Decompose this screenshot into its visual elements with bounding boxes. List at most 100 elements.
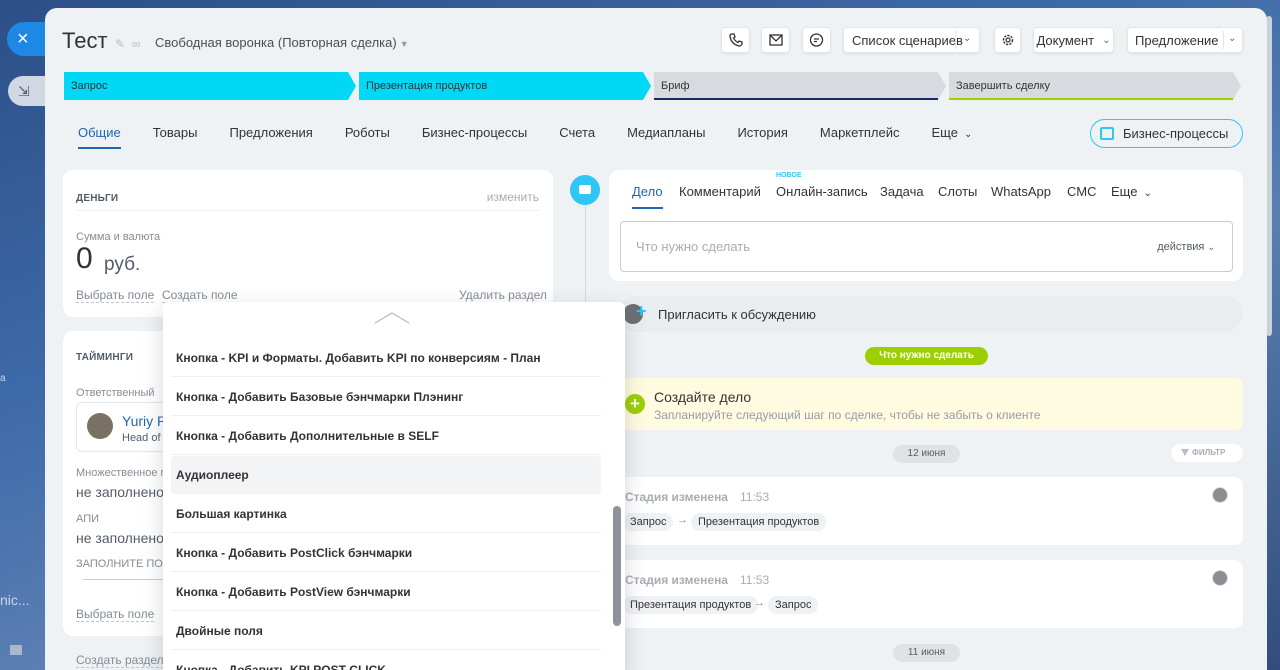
tab-more-activities[interactable]: Еще ⌄ (1111, 184, 1152, 199)
stage-label: Презентация продуктов (366, 80, 488, 92)
divider (955, 31, 956, 49)
section-title: ДЕНЬГИ (76, 193, 119, 204)
dropdown-item[interactable]: Большая картинка (171, 495, 601, 533)
tab-products[interactable]: Товары (153, 123, 198, 149)
dropdown-item[interactable]: Аудиоплеер (171, 456, 601, 494)
edit-section-link[interactable]: изменить (487, 190, 539, 204)
proposal-button[interactable]: Предложение ⌄ (1127, 27, 1243, 53)
tab-task[interactable]: Задача (880, 184, 924, 199)
timeline-event: Стадия изменена 11:53 Презентация продукт… (619, 560, 1243, 628)
chevron-down-icon: ▼ (399, 39, 409, 49)
filter-button[interactable]: ФИЛЬТР (1171, 444, 1243, 462)
event-time: 11:53 (739, 490, 770, 504)
delete-section-link[interactable]: Удалить раздел (459, 288, 547, 303)
proposal-label: Предложение (1135, 32, 1219, 48)
tab-robots[interactable]: Роботы (345, 123, 390, 149)
business-processes-label: Бизнес-процессы (1123, 126, 1229, 141)
select-field-link[interactable]: Выбрать поле (76, 607, 155, 622)
tab-proposals[interactable]: Предложения (229, 123, 312, 149)
invite-to-discussion[interactable]: + Пригласить к обсуждению (619, 296, 1243, 332)
date-pill: 12 июня (893, 445, 960, 463)
printer-icon[interactable] (10, 645, 22, 655)
stage-presentation[interactable]: Презентация продуктов (359, 72, 651, 100)
create-activity-card[interactable]: + Создайте дело Запланируйте следующий ш… (619, 378, 1243, 430)
edit-title-icon[interactable]: ✎ (115, 37, 125, 51)
tab-general[interactable]: Общие (78, 123, 121, 149)
background-panel: × ⇲ a nic... (0, 0, 51, 670)
dropdown-item[interactable]: Кнопка - KPI и Форматы. Добавить KPI по … (171, 339, 601, 377)
funnel-selector[interactable]: Свободная воронка (Повторная сделка) ▼ (155, 35, 409, 50)
dropdown-item[interactable]: Кнопка - Добавить PostView бэнчмарки (171, 573, 601, 611)
filter-label: ФИЛЬТР (1192, 448, 1226, 457)
event-title-text: Стадия изменена (625, 490, 728, 504)
deal-header: Тест ✎ ∞ Свободная воронка (Повторная сд… (45, 8, 1267, 68)
tab-marketplace[interactable]: Маркетплейс (820, 123, 900, 149)
funnel-label: Свободная воронка (Повторная сделка) (155, 35, 397, 50)
deal-slider: Тест ✎ ∞ Свободная воронка (Повторная сд… (45, 8, 1267, 670)
tab-slots[interactable]: Слоты (938, 184, 977, 199)
minimize-slider-button[interactable]: ⇲ (8, 76, 46, 106)
document-button[interactable]: Документ ⌄ (1033, 27, 1114, 53)
field-label: Ответственный (76, 387, 155, 399)
stage-color-line (949, 98, 1233, 100)
chat-button[interactable] (802, 27, 831, 53)
chevron-down-icon: ⌄ (1207, 242, 1215, 252)
chevron-down-icon[interactable]: ⌄ (963, 33, 971, 44)
settings-button[interactable] (994, 27, 1021, 53)
field-label: АПИ (76, 513, 100, 525)
stage-chip: Презентация продуктов (691, 513, 827, 531)
dropdown-item[interactable]: Кнопка - Добавить KPI POST-CLICK (171, 651, 601, 670)
chevron-down-icon[interactable]: ⌄ (1228, 33, 1236, 44)
page-title: Тест (62, 28, 108, 53)
tab-online-booking[interactable]: Онлайн-запись (776, 184, 868, 199)
todo-input[interactable]: Что нужно сделать действия ⌄ (620, 221, 1233, 272)
stage-brief[interactable]: Бриф (654, 72, 946, 100)
responsible-user-card[interactable]: Yuriy Pa Head of (76, 402, 176, 452)
tab-deal[interactable]: Дело (632, 184, 663, 209)
dropdown-item[interactable]: Кнопка - Добавить PostClick бэнчмарки (171, 534, 601, 572)
invite-label: Пригласить к обсуждению (658, 307, 816, 322)
avatar (1212, 487, 1228, 503)
chevron-up-icon[interactable] (374, 312, 410, 324)
business-processes-button[interactable]: Бизнес-процессы (1090, 119, 1243, 148)
tab-invoices[interactable]: Счета (559, 123, 595, 149)
divider (76, 210, 540, 211)
dropdown-item[interactable]: Двойные поля (171, 612, 601, 650)
tab-more[interactable]: Еще ⌄ (932, 123, 973, 149)
dropdown-item[interactable]: Кнопка - Добавить Базовые бэнчмарки Плэн… (171, 378, 601, 416)
add-icon[interactable]: + (625, 394, 645, 414)
dropdown-scrollbar[interactable] (613, 506, 621, 626)
field-value: не заполнено (76, 484, 164, 500)
background-text-fragment: a (0, 373, 6, 384)
avatar (1212, 570, 1228, 586)
comment-icon (570, 175, 600, 205)
event-title: Стадия изменена 11:53 (625, 490, 769, 504)
tab-more-label: Еще (1111, 184, 1138, 199)
call-button[interactable] (721, 27, 750, 53)
actions-dropdown[interactable]: действия ⌄ (1157, 241, 1215, 253)
tab-mediaplans[interactable]: Медиапланы (627, 123, 705, 149)
filter-icon (1181, 449, 1189, 456)
stage-finish-deal[interactable]: Завершить сделку (949, 72, 1241, 100)
tab-history[interactable]: История (737, 123, 787, 149)
timeline-event: Стадия изменена 11:53 Запрос → Презентаци… (619, 477, 1243, 545)
select-field-link[interactable]: Выбрать поле (76, 288, 155, 303)
scenario-list-button[interactable]: Список сценариев ⌄ (843, 27, 980, 53)
stage-zapros[interactable]: Запрос (64, 72, 356, 100)
email-button[interactable] (761, 27, 790, 53)
copy-link-icon[interactable]: ∞ (132, 37, 141, 51)
event-title: Стадия изменена 11:53 (625, 573, 769, 587)
user-role: Head of (122, 432, 161, 444)
arrow-right-icon: → (677, 514, 688, 526)
tab-business-processes[interactable]: Бизнес-процессы (422, 123, 527, 149)
tab-sms[interactable]: СМС (1067, 184, 1096, 199)
background-text-fragment: nic... (0, 592, 30, 608)
tab-comment[interactable]: Комментарий (679, 184, 761, 199)
stage-label: Завершить сделку (956, 80, 1051, 92)
divider (83, 579, 163, 580)
stage-progress-bar: Запрос Презентация продуктов Бриф Заверш… (64, 72, 1244, 102)
dropdown-item[interactable]: Кнопка - Добавить Дополнительные в SELF (171, 417, 601, 455)
create-section-link[interactable]: Создать раздел (76, 653, 164, 668)
tab-whatsapp[interactable]: WhatsApp (991, 184, 1051, 199)
create-field-link[interactable]: Создать поле (162, 288, 238, 303)
